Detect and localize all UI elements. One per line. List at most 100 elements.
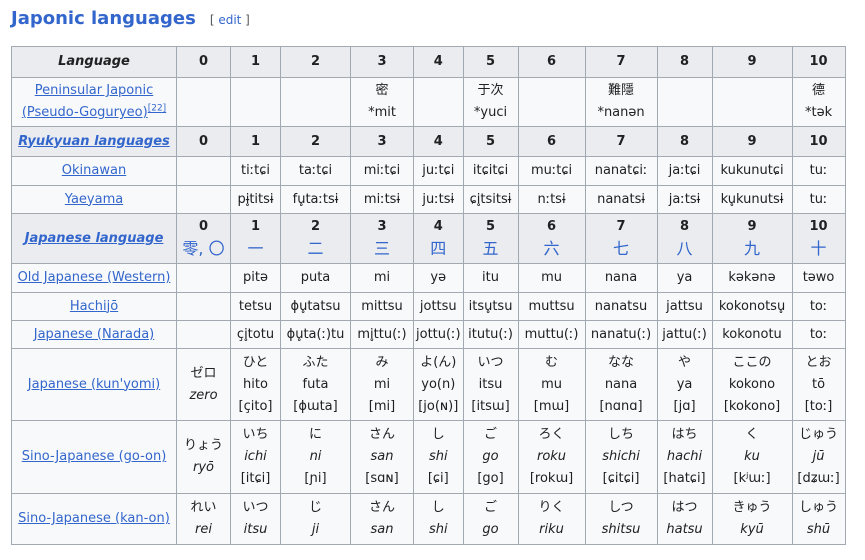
edit-section: [ edit ] (210, 13, 250, 27)
kanji-zero: 零, 〇 (182, 238, 225, 258)
table-cell (230, 77, 281, 127)
table-row: Sino-Japanese (kan-on) れい rei いつ itsu じ ji … (11, 493, 846, 545)
kana: に (308, 427, 322, 442)
kana: りょう (183, 438, 223, 453)
edit-link[interactable]: edit (218, 13, 241, 27)
table-cell (517, 77, 586, 127)
section-title: Japonic languages (11, 8, 196, 29)
romaji: riku (539, 522, 564, 537)
romaji: ya (676, 376, 693, 392)
table-cell: nːtsɨ (517, 185, 586, 214)
japanese-narada-link[interactable]: Japanese (Narada) (34, 327, 155, 342)
hachijo-link[interactable]: Hachijō (70, 299, 118, 314)
table-cell (280, 77, 351, 127)
japanese-language-link[interactable]: Japanese language (25, 231, 164, 246)
okinawan-link[interactable]: Okinawan (62, 163, 126, 178)
num-header: 7 (584, 46, 658, 78)
romaji: hito (243, 376, 268, 392)
cell-text: *tək (804, 105, 833, 120)
table-cell: ɸu̥tatsu (280, 292, 351, 321)
table-cell: jottu(ː) (413, 320, 464, 349)
kanji-link[interactable]: 二 (307, 239, 323, 258)
table-cell: よ(ん) yo(n) [jo(ɴ)] (413, 348, 464, 421)
table-cell: はつ hatsu (656, 493, 713, 545)
ryukyuan-languages-link[interactable]: Ryukyuan languages (18, 134, 170, 149)
japanese-header: Japanese language (11, 213, 177, 264)
table-cell: nanatɕiː (584, 156, 658, 186)
table-cell (711, 77, 793, 127)
kanji-link[interactable]: 八 (677, 239, 693, 258)
num-header: 1一 (230, 213, 281, 264)
kanji-link[interactable]: 七 (613, 239, 629, 258)
table-cell: ここの kokono [kokono] (711, 348, 793, 421)
kanji-link[interactable]: 九 (744, 239, 760, 258)
old-japanese-link[interactable]: Old Japanese (Western) (18, 270, 171, 285)
table-cell: kukunutɕi (711, 156, 793, 186)
table-header-row: Language 0 1 2 3 4 5 6 7 8 9 10 (11, 46, 846, 78)
sino-japanese-goon-link[interactable]: Sino-Japanese (go-on) (22, 449, 167, 464)
table-cell: ふた futa [ɸɯta] (280, 348, 351, 421)
kanji-link[interactable]: 六 (544, 239, 560, 258)
kana: りく (538, 500, 565, 515)
table-cell: jattsu (656, 292, 713, 321)
kanji-link[interactable]: 三 (374, 239, 390, 258)
kana: ゼロ (190, 365, 217, 381)
ipa: [dʑɯː] (797, 471, 840, 486)
table-cell: なな nana [nɑnɑ] (584, 348, 658, 421)
romaji: go (482, 449, 499, 464)
num-header: 9九 (711, 213, 793, 264)
num-header: 8八 (656, 213, 713, 264)
table-cell: 難隱 *nanən (584, 77, 658, 127)
romaji: ryō (193, 460, 214, 475)
kanji-link[interactable]: 一 (247, 239, 263, 258)
table-cell: pitə (230, 263, 281, 293)
ipa: [nɑnɑ] (599, 398, 643, 414)
table-cell: ゼロ zero (176, 348, 231, 421)
yaeyama-link[interactable]: Yaeyama (65, 192, 123, 207)
kanji-link[interactable]: 五 (483, 239, 499, 258)
ipa: [go] (477, 471, 504, 486)
table-cell (176, 263, 231, 293)
table-cell: いつ itsu [itsɯ] (462, 348, 519, 421)
cell-text: 德 (812, 83, 826, 98)
table-cell: pɨ̥titsɨ (230, 185, 281, 214)
table-cell (176, 292, 231, 321)
table-cell: jottsu (413, 292, 464, 321)
table-cell: む mu [mɯ] (517, 348, 586, 421)
table-cell: ya (656, 263, 713, 293)
sino-japanese-kanon-link[interactable]: Sino-Japanese (kan-on) (18, 511, 170, 526)
num-header: 5 (462, 126, 519, 157)
ipa: [sɑɴ] (365, 471, 399, 486)
row-label-okinawan: Okinawan (11, 156, 177, 186)
kunyomi-link[interactable]: Japanese (kun'yomi) (28, 377, 160, 392)
kana: く (745, 427, 759, 442)
num-header: 6 (517, 46, 586, 78)
reference-link[interactable]: [22] (148, 104, 166, 114)
kanji-link[interactable]: 十 (811, 239, 827, 258)
table-cell: きゅう kyū (711, 493, 793, 545)
ipa: [mi] (368, 398, 396, 414)
ipa: [kokono] (723, 398, 781, 414)
peninsular-japonic-link[interactable]: Peninsular Japonic (35, 83, 154, 98)
table-cell: puta (280, 263, 351, 293)
table-cell (176, 156, 231, 186)
table-cell: み mi [mi] (350, 348, 414, 421)
table-cell: mi̥ttu(ː) (350, 320, 414, 349)
romaji: roku (536, 449, 567, 464)
table-row: Yaeyama pɨ̥titsɨ fu̥taːtsɨ miːtsɨ juːtsɨ… (11, 185, 846, 214)
table-cell: kokonotsu̥ (711, 292, 793, 321)
table-cell: nanatsɨ (584, 185, 658, 214)
romaji: nana (604, 376, 638, 392)
pseudo-goguryeo-link[interactable]: (Pseudo-Goguryeo) (22, 105, 148, 120)
table-cell: nanatu(ː) (584, 320, 658, 349)
kana: はち (671, 427, 698, 442)
ipa: [çito] (238, 398, 273, 414)
table-cell: mu (517, 263, 586, 293)
table-cell: miːtɕi (350, 156, 414, 186)
num-header: 7七 (584, 213, 658, 264)
table-cell: ku̥kunutsɨ (711, 185, 793, 214)
num-label: 8 (680, 218, 690, 234)
romaji: zero (189, 387, 218, 403)
table-cell: yə (413, 263, 464, 293)
kanji-link[interactable]: 四 (430, 239, 446, 258)
